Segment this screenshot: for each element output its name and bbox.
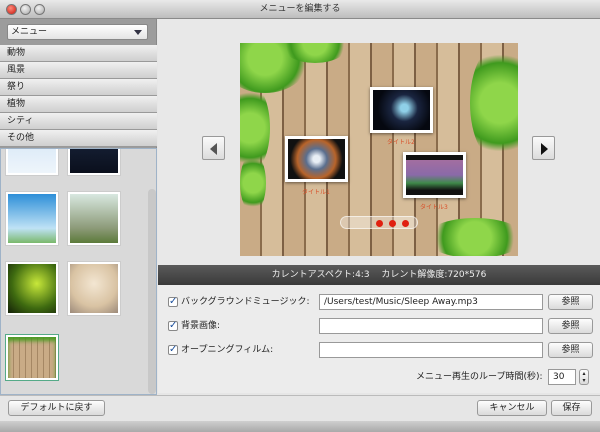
chevron-down-icon — [134, 30, 142, 35]
thumbnail-scrollbar[interactable] — [148, 189, 156, 394]
bg-image-label: 背景画像: — [181, 321, 221, 331]
menu-type-dropdown[interactable]: メニュー — [7, 24, 148, 40]
menu-nav-bar — [340, 216, 418, 229]
opening-checkbox[interactable]: ✓ — [168, 345, 178, 355]
title-thumbnail-3[interactable] — [403, 152, 466, 198]
window-title: メニューを編集する — [259, 4, 341, 14]
vine-decoration — [240, 153, 266, 213]
category-festival[interactable]: 祭り — [0, 79, 157, 96]
bg-image-path-input[interactable] — [319, 318, 543, 334]
sidebar: メニュー 動物 風景 祭り 植物 シティ その他 — [0, 19, 157, 395]
template-thumbnail[interactable] — [5, 191, 59, 246]
minimize-window-button[interactable] — [20, 4, 31, 15]
play-icon[interactable] — [376, 220, 383, 227]
category-plants[interactable]: 植物 — [0, 96, 157, 113]
title-label-3: タイトル3 — [420, 204, 448, 211]
bgm-label: バックグラウンドミュージック: — [181, 297, 310, 307]
preview-area: タイトル2 タイトル1 タイトル3 — [158, 19, 600, 265]
save-button[interactable]: 保存 — [551, 400, 592, 416]
template-thumbnail-list — [0, 148, 157, 395]
template-thumbnail[interactable] — [67, 191, 121, 246]
previous-button[interactable] — [202, 136, 225, 160]
cancel-button[interactable]: キャンセル — [477, 400, 547, 416]
loop-time-label: メニュー再生のループ時間(秒): — [416, 372, 543, 382]
window-footer — [0, 421, 600, 432]
template-thumbnail[interactable] — [5, 261, 59, 316]
opening-path-input[interactable] — [319, 342, 543, 358]
title-label-2: タイトル2 — [387, 139, 415, 146]
bgm-checkbox[interactable]: ✓ — [168, 297, 178, 307]
bg-image-checkbox[interactable]: ✓ — [168, 321, 178, 331]
dropdown-value: メニュー — [11, 27, 48, 37]
loop-time-input[interactable]: 30 — [548, 369, 576, 385]
reset-default-button[interactable]: デフォルトに戻す — [8, 400, 105, 416]
vine-decoration — [425, 218, 518, 256]
title-thumbnail-2[interactable] — [370, 87, 433, 133]
bgm-browse-button[interactable]: 参照 — [548, 294, 593, 310]
zoom-window-button[interactable] — [34, 4, 45, 15]
title-label-1: タイトル1 — [302, 189, 330, 196]
template-thumbnail-selected[interactable] — [5, 334, 59, 381]
category-animals[interactable]: 動物 — [0, 45, 157, 62]
close-window-button[interactable] — [6, 4, 17, 15]
next-page-icon[interactable] — [402, 220, 409, 227]
next-button[interactable] — [532, 136, 555, 160]
category-other[interactable]: その他 — [0, 130, 157, 147]
title-thumbnail-1[interactable] — [285, 136, 348, 182]
vine-decoration — [470, 43, 518, 163]
settings-form: ✓ バックグラウンドミュージック: /Users/test/Music/Slee… — [158, 285, 600, 393]
chapter-icon[interactable] — [389, 220, 396, 227]
template-thumbnail[interactable] — [67, 149, 121, 176]
template-thumbnail[interactable] — [5, 149, 59, 176]
bg-image-browse-button[interactable]: 参照 — [548, 318, 593, 334]
button-bar: デフォルトに戻す キャンセル 保存 — [0, 395, 600, 421]
loop-time-stepper[interactable]: ▴ ▾ — [579, 369, 589, 385]
menu-preview: タイトル2 タイトル1 タイトル3 — [240, 43, 518, 256]
opening-browse-button[interactable]: 参照 — [548, 342, 593, 358]
template-thumbnail[interactable] — [67, 261, 121, 316]
arrow-right-icon — [541, 143, 548, 155]
status-bar: カレントアスペクト:4:3 カレント解像度:720*576 — [158, 265, 600, 285]
arrow-left-icon — [210, 143, 217, 155]
title-bar: メニューを編集する — [0, 0, 600, 19]
opening-label: オープニングフィルム: — [181, 345, 274, 355]
bgm-path-input[interactable]: /Users/test/Music/Sleep Away.mp3 — [319, 294, 543, 310]
category-scenery[interactable]: 風景 — [0, 62, 157, 79]
category-city[interactable]: シティ — [0, 113, 157, 130]
